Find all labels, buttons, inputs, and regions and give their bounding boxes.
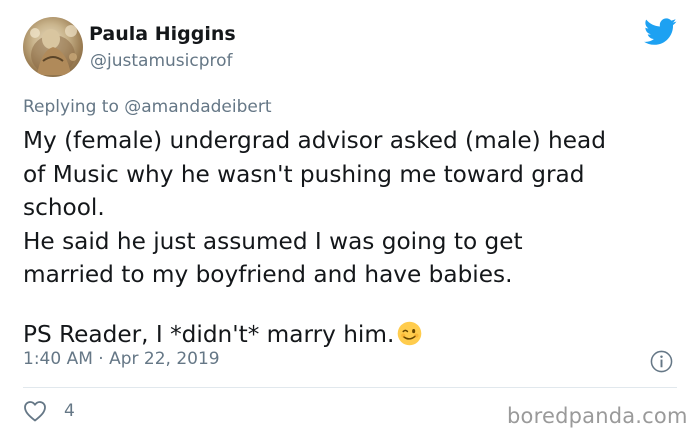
reply-context: Replying to @amandadeibert	[23, 97, 272, 117]
tweet-body-line: He said he just assumed I was going to g…	[23, 227, 523, 255]
tweet-ps-line: PS Reader, I *didn't* marry him.	[23, 318, 683, 352]
divider	[23, 387, 677, 388]
avatar[interactable]	[23, 17, 83, 77]
reply-mention-link[interactable]: @amandadeibert	[124, 97, 271, 117]
tweet-body-line: married to my boyfriend and have babies.	[23, 261, 513, 289]
tweet-body: My (female) undergrad advisor asked (mal…	[23, 124, 683, 352]
winking-face-icon	[398, 321, 422, 346]
twitter-bird-icon[interactable]	[644, 18, 677, 46]
heart-outline-icon[interactable]	[23, 400, 47, 422]
watermark: boredpanda.com	[507, 404, 688, 428]
replying-label: Replying to	[23, 97, 119, 117]
author-name[interactable]: Paula Higgins	[89, 23, 236, 45]
like-count: 4	[64, 401, 75, 421]
avatar-painting-icon	[30, 25, 77, 75]
tweet-body-line: school.	[23, 194, 105, 222]
info-icon[interactable]	[650, 350, 673, 373]
author-handle[interactable]: @justamusicprof	[90, 51, 233, 71]
tweet-body-line: of Music why he wasn't pushing me toward…	[23, 160, 585, 188]
ps-text: PS Reader, I *didn't* marry him.	[23, 320, 395, 348]
tweet-timestamp[interactable]: 1:40 AM · Apr 22, 2019	[23, 349, 220, 369]
tweet-body-line: My (female) undergrad advisor asked (mal…	[23, 127, 606, 154]
tweet-card: Paula Higgins @justamusicprof Replying t…	[0, 0, 700, 441]
